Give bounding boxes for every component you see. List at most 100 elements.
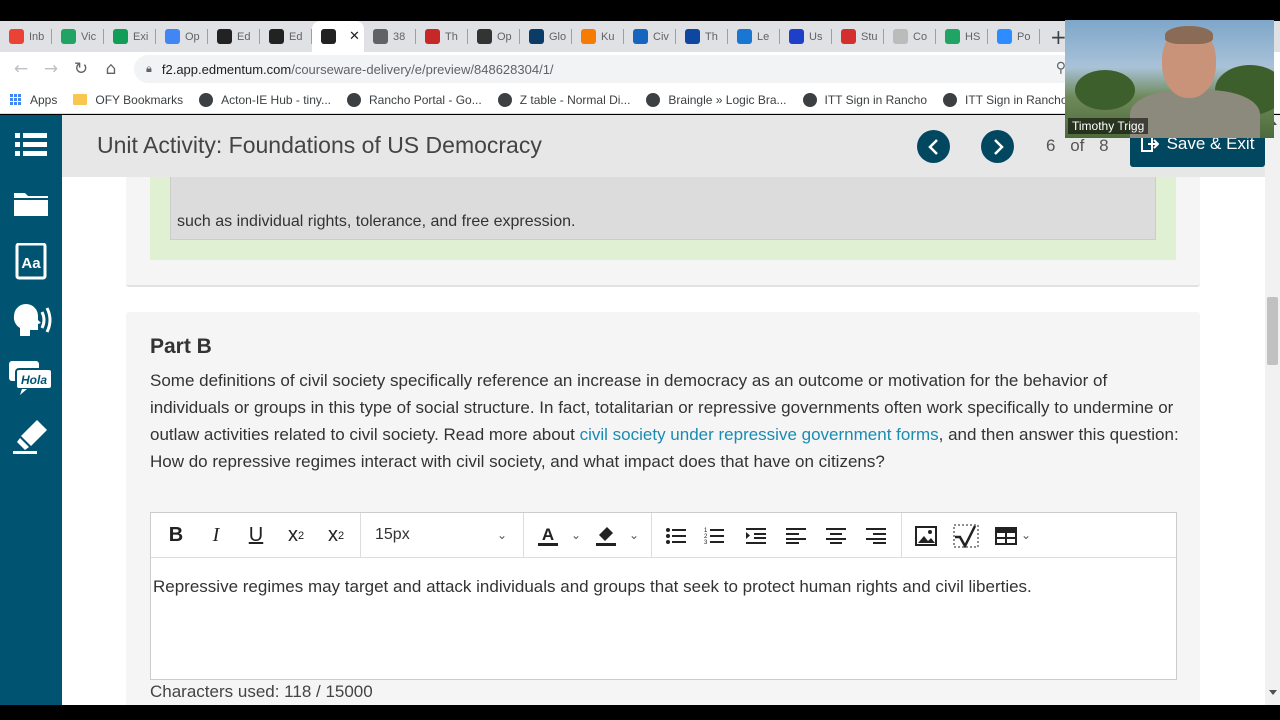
calendar-icon — [165, 29, 180, 44]
globe-icon — [802, 92, 817, 107]
scroll-down-icon[interactable] — [1269, 690, 1277, 695]
chevron-down-icon[interactable]: ⌄ — [1021, 528, 1031, 542]
folder-icon — [73, 94, 88, 105]
browser-tab[interactable]: Ku — [572, 21, 624, 52]
superscript-button[interactable]: x2 — [279, 513, 313, 558]
menu-icon[interactable] — [0, 120, 62, 170]
highlighter-icon[interactable] — [0, 411, 62, 461]
browser-tab[interactable]: Us — [780, 21, 832, 52]
browser-tab[interactable]: Op — [468, 21, 520, 52]
scrollbar-thumb[interactable] — [1267, 297, 1278, 365]
align-center-button[interactable] — [821, 513, 851, 558]
browser-tab[interactable]: Ed — [260, 21, 312, 52]
site-icon — [581, 29, 596, 44]
browser-tab[interactable]: Po — [988, 21, 1040, 52]
browser-tab[interactable]: Op — [156, 21, 208, 52]
society-icon — [477, 29, 492, 44]
text-color-button[interactable]: A — [533, 513, 563, 558]
page-title: Unit Activity: Foundations of US Democra… — [97, 132, 542, 158]
tab-label: Op — [497, 30, 512, 43]
tab-label: Stu — [861, 30, 878, 43]
browser-tab[interactable]: Vic — [52, 21, 104, 52]
browser-tab[interactable]: Le — [728, 21, 780, 52]
previous-page-button[interactable] — [917, 130, 950, 163]
italic-button[interactable]: I — [201, 513, 231, 558]
part-a-answer-box: such as individual rights, tolerance, an… — [170, 177, 1156, 240]
background-tree — [1075, 70, 1135, 110]
browser-tab[interactable]: Ed — [208, 21, 260, 52]
bookmark-item[interactable]: OFY Bookmarks — [73, 93, 183, 107]
edmentum-icon — [321, 29, 336, 44]
browser-tab[interactable]: Th — [416, 21, 468, 52]
tab-label: Co — [913, 30, 928, 43]
bullet-list-button[interactable] — [661, 513, 691, 558]
translate-icon[interactable]: Hola — [0, 353, 62, 403]
equation-button[interactable] — [951, 513, 981, 558]
bookmark-item[interactable]: Braingle » Logic Bra... — [646, 92, 787, 107]
bold-button[interactable]: B — [161, 513, 191, 558]
dictionary-icon[interactable]: Aa — [0, 237, 62, 287]
part-a-card: such as individual rights, tolerance, an… — [126, 177, 1200, 287]
address-bar[interactable]: 🔒︎ f2.app.edmentum.com/courseware-delive… — [134, 55, 1074, 83]
answer-editor: B I U x2 x2 15px ⌄ A ⌄ ⌄ 1 2 3 ⌄ Repress… — [150, 512, 1177, 680]
bookmark-item[interactable]: Apps — [10, 93, 57, 107]
drive-icon — [945, 29, 960, 44]
civil-society-link[interactable]: civil society under repressive governmen… — [580, 425, 939, 444]
browser-tab[interactable]: Glo — [520, 21, 572, 52]
font-size-select[interactable]: 15px — [375, 526, 410, 544]
chevron-down-icon[interactable]: ⌄ — [571, 528, 581, 542]
url-path: /courseware-delivery/e/preview/848628304… — [291, 61, 554, 77]
un-icon — [529, 29, 544, 44]
tab-label: Inb — [29, 30, 45, 43]
svg-text:3: 3 — [704, 540, 708, 545]
site-icon — [425, 29, 440, 44]
insert-table-button[interactable] — [991, 513, 1021, 558]
bookmark-item[interactable]: Acton-IE Hub - tiny... — [199, 92, 331, 107]
page-indicator: 6 of 8 — [1046, 136, 1109, 156]
text-to-speech-icon[interactable] — [0, 295, 62, 345]
highlight-color-button[interactable] — [591, 513, 621, 558]
folder-icon[interactable] — [0, 178, 62, 228]
forward-icon[interactable]: → — [36, 59, 66, 79]
bookmark-item[interactable]: ITT Sign in Rancho (... — [943, 92, 1085, 107]
reload-icon[interactable]: ↻ — [66, 59, 96, 79]
globe-icon — [347, 92, 361, 107]
browser-tab[interactable]: 38 — [364, 21, 416, 52]
page-scrollbar[interactable] — [1265, 115, 1280, 705]
answer-text[interactable]: Repressive regimes may target and attack… — [153, 577, 1032, 597]
browser-tab[interactable]: Exi — [104, 21, 156, 52]
browser-tab[interactable]: Stu — [832, 21, 884, 52]
browser-tab[interactable]: Th — [676, 21, 728, 52]
page-total: 8 — [1099, 136, 1109, 155]
toolbar-divider — [901, 513, 902, 558]
next-page-button[interactable] — [981, 130, 1014, 163]
character-count: Characters used: 118 / 15000 — [150, 682, 373, 701]
browser-tab[interactable]: ✕ — [312, 21, 364, 52]
insert-image-button[interactable] — [911, 513, 941, 558]
bookmark-label: Apps — [30, 92, 58, 107]
bookmark-item[interactable]: Z table - Normal Di... — [497, 92, 630, 107]
chevron-down-icon[interactable]: ⌄ — [497, 528, 507, 542]
close-tab-icon[interactable]: ✕ — [349, 29, 360, 44]
browser-tab[interactable]: HS — [936, 21, 988, 52]
bookmark-label: Rancho Portal - Go... — [369, 92, 482, 107]
subscript-button[interactable]: x2 — [319, 513, 353, 558]
back-icon[interactable]: ← — [6, 59, 36, 79]
bookmark-item[interactable]: ITT Sign in Rancho — [802, 92, 927, 107]
chevron-down-icon[interactable]: ⌄ — [629, 528, 639, 542]
bookmark-item[interactable]: Rancho Portal - Go... — [347, 92, 482, 107]
align-left-button[interactable] — [781, 513, 811, 558]
britannica-icon — [633, 29, 648, 44]
browser-tab[interactable]: Co — [884, 21, 936, 52]
underline-button[interactable]: U — [241, 513, 271, 558]
home-icon[interactable]: ⌂ — [96, 59, 126, 79]
numbered-list-button[interactable]: 123 — [699, 513, 729, 558]
page-current: 6 — [1046, 136, 1056, 155]
browser-tab[interactable]: Civ — [624, 21, 676, 52]
svg-text:Hola: Hola — [21, 373, 47, 387]
browser-tab[interactable]: Inb — [0, 21, 52, 52]
part-b-heading: Part B — [150, 335, 212, 358]
part-a-text: such as individual rights, tolerance, an… — [177, 213, 576, 230]
indent-button[interactable] — [741, 513, 771, 558]
align-right-button[interactable] — [861, 513, 891, 558]
